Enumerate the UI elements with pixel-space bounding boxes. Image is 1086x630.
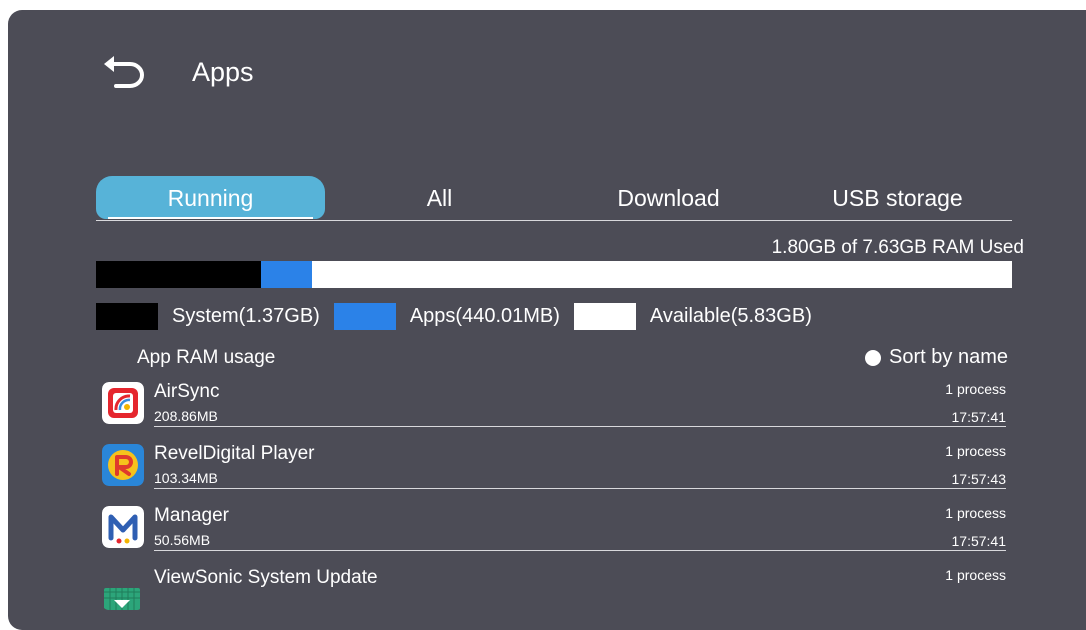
system-swatch xyxy=(96,302,158,330)
ram-used-summary: 1.80GB of 7.63GB RAM Used xyxy=(771,237,1024,258)
airsync-icon xyxy=(102,382,144,424)
list-item-reveldigital-player[interactable]: RevelDigital Player 103.34MB 1 process 1… xyxy=(100,438,1006,500)
app-start-time: 17:57:41 xyxy=(951,409,1007,425)
app-name: RevelDigital Player xyxy=(154,443,315,464)
reveldigital-icon xyxy=(102,444,144,486)
manager-icon xyxy=(102,506,144,548)
app-list: AirSync 208.86MB 1 process 17:57:41 Reve… xyxy=(100,376,1006,624)
app-start-time: 17:57:43 xyxy=(951,471,1007,487)
tab-download[interactable]: Download xyxy=(554,176,783,219)
app-ram-usage-heading: App RAM usage xyxy=(137,347,276,368)
app-process-count: 1 process xyxy=(945,381,1006,397)
legend-system-label: System(1.37GB) xyxy=(172,304,320,327)
app-start-time: 17:57:41 xyxy=(951,533,1007,549)
app-memory-size: 208.86MB xyxy=(154,408,218,424)
sort-by-name-label: Sort by name xyxy=(889,346,1008,368)
available-swatch xyxy=(573,302,636,330)
ram-bar-system-segment xyxy=(96,261,261,288)
apps-swatch xyxy=(333,302,396,330)
system-update-icon xyxy=(104,588,140,610)
page-title: Apps xyxy=(192,57,254,87)
ram-usage-bar xyxy=(96,261,1012,288)
app-process-count: 1 process xyxy=(945,443,1006,459)
list-item-airsync[interactable]: AirSync 208.86MB 1 process 17:57:41 xyxy=(100,376,1006,438)
app-name: ViewSonic System Update xyxy=(154,567,378,588)
back-arrow-icon xyxy=(104,56,144,88)
app-name: AirSync xyxy=(154,381,220,402)
tab-all[interactable]: All xyxy=(325,176,554,219)
list-item-manager[interactable]: Manager 50.56MB 1 process 17:57:41 xyxy=(100,500,1006,562)
legend-available-label: Available(5.83GB) xyxy=(649,304,812,327)
app-memory-size: 103.34MB xyxy=(154,470,218,486)
row-divider xyxy=(154,488,1006,489)
app-process-count: 1 process xyxy=(945,505,1006,521)
app-process-count: 1 process xyxy=(945,567,1006,583)
row-divider xyxy=(154,550,1006,551)
apps-panel: Apps Running All Download USB storage 1.… xyxy=(8,10,1086,630)
list-item-viewsonic-system-update[interactable]: ViewSonic System Update 1 process xyxy=(100,562,1006,624)
radio-dot-icon xyxy=(865,349,882,366)
app-name: Manager xyxy=(154,505,229,526)
tab-bar: Running All Download USB storage xyxy=(96,176,1012,221)
tab-usb-storage[interactable]: USB storage xyxy=(783,176,1012,219)
tab-running[interactable]: Running xyxy=(96,176,325,219)
ram-bar-apps-segment xyxy=(260,261,313,288)
legend-apps-label: Apps(440.01MB) xyxy=(409,304,560,327)
ram-legend: System(1.37GB) Apps(440.01MB) Available(… xyxy=(96,302,826,330)
back-button[interactable] xyxy=(100,54,148,94)
sort-by-name-toggle[interactable]: Sort by name xyxy=(865,346,1008,369)
app-memory-size: 50.56MB xyxy=(154,532,211,548)
row-divider xyxy=(154,426,1006,427)
